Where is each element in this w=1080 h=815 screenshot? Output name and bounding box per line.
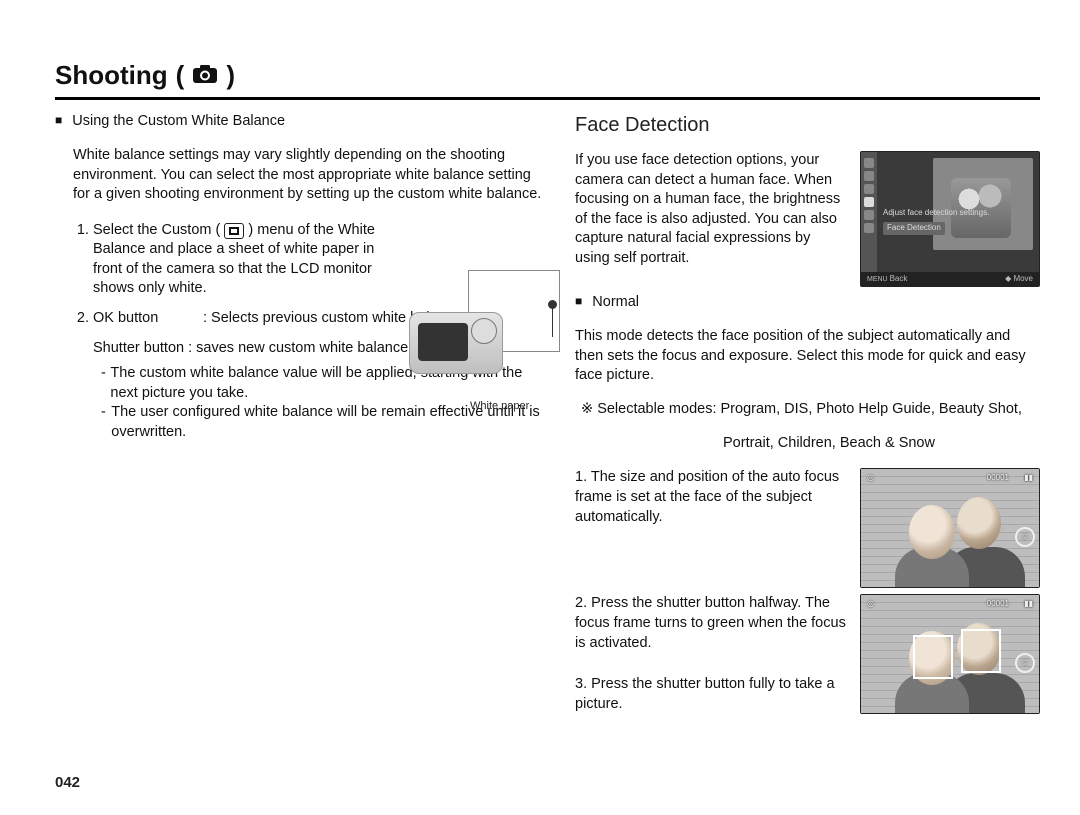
menu-back-label: MENU Back	[867, 274, 907, 285]
face-detection-heading: Face Detection	[575, 112, 1040, 139]
screenshot-step-2: ◎ 00001 ▮▮ ☺	[860, 594, 1040, 714]
menu-tab-strip	[861, 152, 877, 286]
dash-icon: -	[101, 364, 110, 403]
square-bullet-icon: ■	[55, 113, 62, 127]
menu-tab-icon-selected	[864, 197, 874, 207]
camera-figure: White paper	[380, 270, 560, 400]
normal-desc: This mode detects the face position of t…	[575, 327, 1040, 386]
normal-heading: ■ Normal	[575, 293, 1040, 313]
camera-dial	[471, 318, 497, 344]
columns: ■ Using the Custom White Balance White b…	[55, 112, 1040, 714]
menu-tab-icon	[864, 158, 874, 168]
page-number: 042	[55, 774, 80, 791]
fd-step-2-row: 2. Press the shutter button halfway. The…	[575, 594, 1040, 714]
figure-caption: White paper	[470, 399, 529, 414]
focus-frame	[961, 629, 1001, 673]
menu-move-label: ◆ Move	[1005, 274, 1033, 285]
square-bullet-icon: ■	[575, 294, 582, 308]
cwb-heading-text: Using the Custom White Balance	[72, 113, 285, 129]
person-face	[957, 497, 1001, 549]
person-face	[909, 505, 955, 559]
lens-line	[552, 305, 554, 337]
menu-caption-1: Adjust face detection settings.	[883, 208, 989, 219]
screenshot-step-1: ◎ 00001 ▮▮ ☺	[860, 468, 1040, 588]
page-title-paren: (	[176, 60, 185, 91]
osd-counter: 00001	[987, 599, 1009, 610]
camera-lcd	[418, 323, 468, 361]
cwb-step-1: Select the Custom ( ) menu of the White …	[93, 221, 393, 299]
title-rule	[55, 97, 1040, 100]
osd-battery-icon: ▮▮	[1024, 473, 1033, 484]
osd-mode-icon: ◎	[867, 473, 874, 484]
normal-heading-text: Normal	[592, 294, 639, 310]
page-title-paren-close: )	[226, 60, 235, 91]
selectable-modes-1: ※ Selectable modes: Program, DIS, Photo …	[575, 400, 1040, 420]
osd-battery-icon: ▮▮	[1024, 599, 1033, 610]
cwb-step-1-pre: Select the Custom (	[93, 222, 220, 238]
menu-thumbnail	[933, 158, 1033, 250]
menu-caption-2: Face Detection	[883, 222, 945, 235]
fd-step-2: 2. Press the shutter button halfway. The…	[575, 594, 846, 714]
camera-icon	[192, 60, 218, 91]
page: Shooting ( ) ■ Using the Custom White Ba…	[0, 0, 1080, 815]
menu-tab-icon	[864, 223, 874, 233]
fd-intro: If you use face detection options, your …	[575, 151, 846, 268]
ok-button-label: OK button	[93, 309, 203, 329]
menu-footer: MENU Back ◆ Move	[861, 272, 1039, 286]
fd-step-3: Press the shutter button fully to take a…	[575, 676, 835, 712]
cwb-intro: White balance settings may vary slightly…	[55, 146, 545, 205]
cwb-heading: ■ Using the Custom White Balance	[55, 112, 545, 132]
menu-tab-icon	[864, 184, 874, 194]
lens-dot	[548, 300, 557, 309]
dash-icon: -	[101, 403, 111, 442]
page-title-text: Shooting	[55, 60, 168, 91]
focus-frame	[913, 635, 953, 679]
osd-counter: 00001	[987, 473, 1009, 484]
menu-tab-icon	[864, 171, 874, 181]
page-title: Shooting ( )	[55, 60, 1040, 91]
shutter-button-desc: : saves new custom white balance.	[188, 339, 412, 359]
selectable-modes-2: Portrait, Children, Beach & Snow	[575, 434, 1040, 454]
custom-wb-icon	[224, 223, 244, 239]
asterisk-icon: ※	[581, 401, 597, 417]
fd-step-1-row: 1. The size and position of the auto foc…	[575, 468, 1040, 588]
shutter-button-label: Shutter button	[93, 339, 184, 359]
fd-intro-row: If you use face detection options, your …	[575, 151, 1040, 287]
fd-step-1: 1. The size and position of the auto foc…	[575, 468, 846, 527]
camera-body	[409, 312, 503, 374]
menu-screenshot: Adjust face detection settings. Face Det…	[860, 151, 1040, 287]
left-column: ■ Using the Custom White Balance White b…	[55, 112, 545, 714]
osd-mode-icon: ◎	[867, 599, 874, 610]
right-column: Face Detection If you use face detection…	[575, 112, 1040, 714]
menu-tab-icon	[864, 210, 874, 220]
